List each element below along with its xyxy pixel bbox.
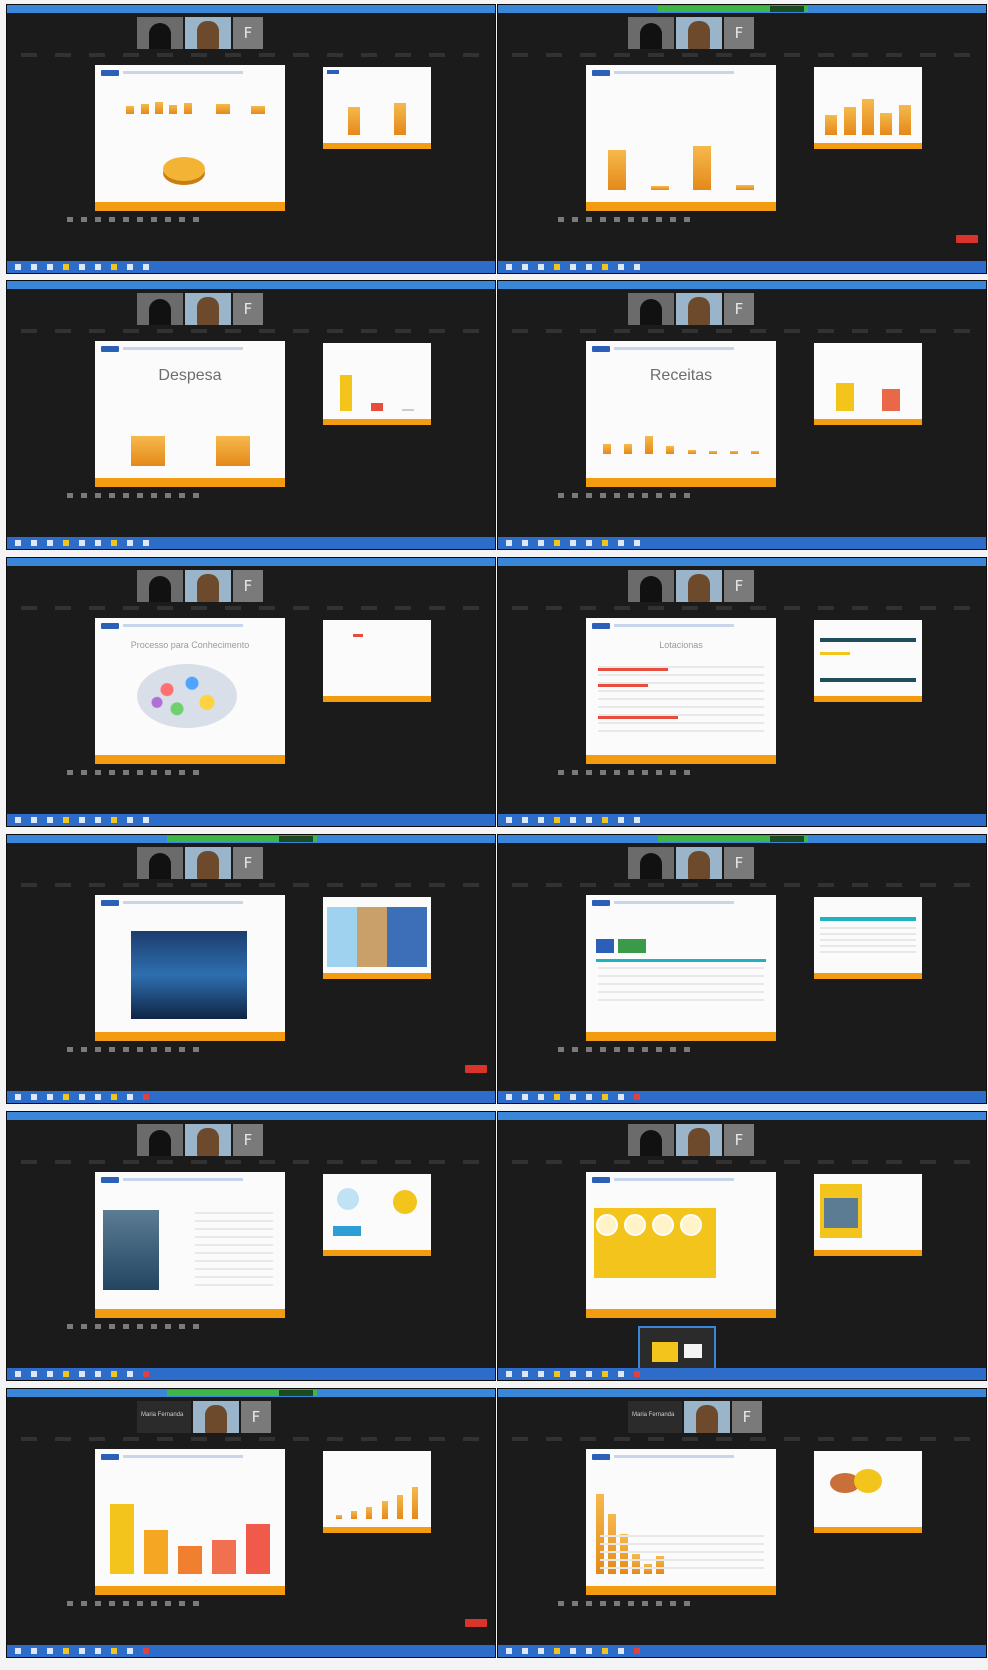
- slide-title: Receitas: [649, 367, 713, 384]
- meeting-window-6: F Lotacionas: [497, 557, 987, 827]
- meeting-window-7: F: [6, 834, 496, 1104]
- participant-video[interactable]: [137, 293, 183, 325]
- logo: [101, 70, 119, 76]
- shared-slide: [95, 1449, 285, 1595]
- participant-avatar[interactable]: F: [724, 293, 754, 325]
- document-image: [103, 1210, 159, 1290]
- participant-video[interactable]: [676, 17, 722, 49]
- participant-strip: F: [137, 17, 263, 49]
- shared-slide: Lotacionas: [586, 618, 776, 764]
- participant-video[interactable]: [676, 847, 722, 879]
- meeting-window-3: F Despesa: [6, 280, 496, 550]
- participant-video[interactable]: [193, 1401, 239, 1433]
- shared-slide: [95, 65, 285, 211]
- participant-video[interactable]: [684, 1401, 730, 1433]
- participant-video[interactable]: [185, 1124, 231, 1156]
- participant-avatar[interactable]: F: [724, 570, 754, 602]
- meeting-window-9: F: [6, 1111, 496, 1381]
- participant-name-tile[interactable]: Maria Fernanda: [137, 1401, 191, 1433]
- participant-video[interactable]: [676, 1124, 722, 1156]
- participant-video[interactable]: [628, 570, 674, 602]
- participant-video[interactable]: [137, 1124, 183, 1156]
- participant-avatar[interactable]: F: [241, 1401, 271, 1433]
- next-slide-preview[interactable]: [323, 620, 431, 702]
- title-bar: [7, 5, 495, 13]
- participant-avatar[interactable]: F: [233, 847, 263, 879]
- next-slide-preview[interactable]: [814, 1451, 922, 1533]
- participant-video[interactable]: [185, 847, 231, 879]
- participant-video[interactable]: [137, 17, 183, 49]
- meeting-window-10: F: [497, 1111, 987, 1381]
- end-meeting-button[interactable]: [465, 1065, 487, 1073]
- slide-title: Processo para Conhecimento: [130, 640, 250, 650]
- next-slide-preview[interactable]: [814, 1174, 922, 1256]
- next-slide-preview[interactable]: [323, 1451, 431, 1533]
- participant-avatar[interactable]: F: [233, 293, 263, 325]
- participant-video[interactable]: [628, 1124, 674, 1156]
- next-slide-preview[interactable]: [323, 1174, 431, 1256]
- shared-slide: Despesa: [95, 341, 285, 487]
- meeting-window-8: F: [497, 834, 987, 1104]
- participant-video[interactable]: [185, 293, 231, 325]
- participant-video[interactable]: [137, 847, 183, 879]
- pie-chart: [163, 157, 205, 181]
- participant-video[interactable]: [185, 570, 231, 602]
- participant-avatar[interactable]: F: [724, 1124, 754, 1156]
- participant-avatar[interactable]: F: [233, 17, 263, 49]
- recording-banner: [658, 6, 808, 12]
- shared-slide: [586, 65, 776, 211]
- participant-video[interactable]: [676, 570, 722, 602]
- toolbar-strip: [21, 53, 481, 57]
- next-slide-preview[interactable]: [814, 897, 922, 979]
- next-slide-preview[interactable]: [814, 67, 922, 149]
- meeting-window-12: Maria Fernanda F: [497, 1388, 987, 1658]
- participant-name-tile[interactable]: Maria Fernanda: [628, 1401, 682, 1433]
- next-slide-preview[interactable]: [323, 897, 431, 979]
- participant-avatar[interactable]: F: [724, 847, 754, 879]
- participant-video[interactable]: [628, 17, 674, 49]
- next-slide-preview[interactable]: [323, 67, 431, 149]
- slide-title: Despesa: [158, 367, 222, 384]
- shared-slide: [586, 895, 776, 1041]
- participant-video[interactable]: [185, 17, 231, 49]
- slide-controls[interactable]: [67, 217, 207, 222]
- end-meeting-button[interactable]: [465, 1619, 487, 1627]
- shared-slide: [95, 895, 285, 1041]
- participant-video[interactable]: [628, 847, 674, 879]
- meeting-window-5: F Processo para Conhecimento: [6, 557, 496, 827]
- shared-slide: Receitas: [586, 341, 776, 487]
- participant-video[interactable]: [628, 293, 674, 325]
- participant-avatar[interactable]: F: [724, 17, 754, 49]
- participant-video[interactable]: [676, 293, 722, 325]
- participant-video[interactable]: [137, 570, 183, 602]
- participant-avatar[interactable]: F: [732, 1401, 762, 1433]
- meeting-window-2: F: [497, 4, 987, 274]
- shared-slide: [586, 1449, 776, 1595]
- next-slide-preview[interactable]: [323, 343, 431, 425]
- end-meeting-button[interactable]: [956, 235, 978, 243]
- shared-slide: Processo para Conhecimento: [95, 618, 285, 764]
- windows-taskbar: [7, 261, 495, 273]
- participant-avatar[interactable]: F: [233, 1124, 263, 1156]
- meeting-window-1: F: [6, 4, 496, 274]
- screenshot-collage: F F F Despesa F Receitas F Processo para…: [0, 0, 988, 1670]
- shared-slide: [586, 1172, 776, 1318]
- next-slide-preview[interactable]: [814, 343, 922, 425]
- embedded-screenshot: [131, 931, 247, 1019]
- participant-avatar[interactable]: F: [233, 570, 263, 602]
- slide-title: Lotacionas: [659, 640, 703, 650]
- meeting-window-4: F Receitas: [497, 280, 987, 550]
- next-slide-preview[interactable]: [814, 620, 922, 702]
- word-cloud-image: [137, 664, 237, 728]
- shared-slide: [95, 1172, 285, 1318]
- meeting-window-11: Maria Fernanda F: [6, 1388, 496, 1658]
